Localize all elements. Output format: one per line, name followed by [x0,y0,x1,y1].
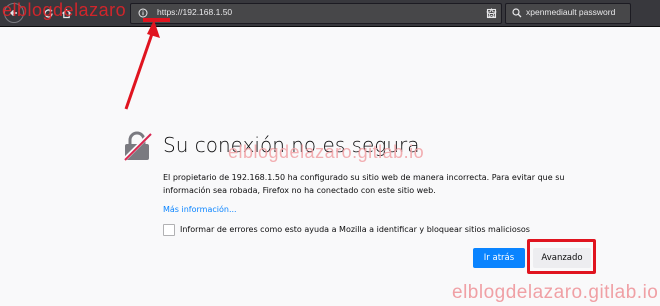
broken-lock-icon [122,131,153,161]
home-button[interactable] [56,3,76,23]
go-back-button[interactable]: Ir atrás [473,248,525,268]
search-icon [512,8,522,18]
error-title: Su conexión no es segura [163,133,420,157]
url-text: https://192.168.1.50 [157,7,233,17]
reload-button[interactable] [38,3,58,23]
watermark-bottom: elblogdelazaro.gitlab.io [452,282,659,303]
error-description: El propietario de 192.168.1.50 ha config… [163,173,565,195]
report-errors-checkbox[interactable] [163,224,175,236]
annotation-highlight-box [527,239,596,274]
library-icon [486,8,496,18]
back-arrow-icon [10,10,17,16]
report-errors-label: Informar de errores como esto ayuda a Mo… [180,225,530,234]
home-icon [61,8,71,18]
browser-toolbar: https://192.168.1.50 xpenmediault passwo… [0,0,660,27]
reload-icon [43,8,53,18]
library-button[interactable] [481,3,501,23]
url-bar[interactable]: https://192.168.1.50 [130,3,502,24]
back-button[interactable] [4,3,24,23]
more-info-link[interactable]: Más información... [163,205,237,214]
annotation-arrow [124,20,160,110]
search-bar[interactable]: xpenmediault password [505,3,631,24]
search-text: xpenmediault password [526,7,616,17]
